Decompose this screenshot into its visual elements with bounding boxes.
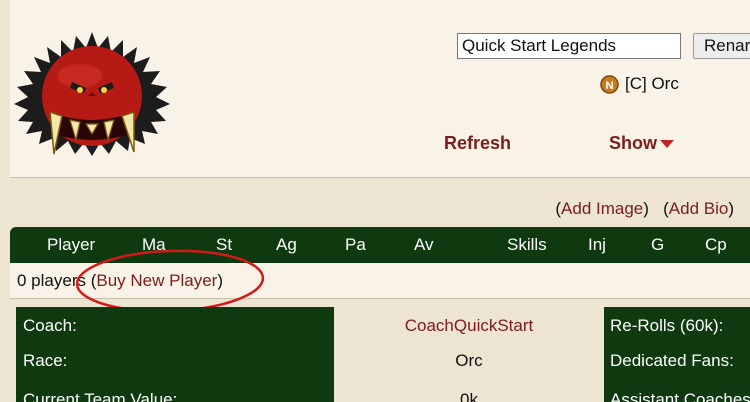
dedicated-fans-label: Dedicated Fans: [610, 351, 734, 370]
add-bio-link[interactable]: Add Bio [669, 199, 729, 218]
orc-team-logo [14, 32, 170, 156]
coach-name-link[interactable]: CoachQuickStart [336, 316, 602, 336]
col-inj[interactable]: Inj [588, 235, 606, 255]
race-label: Race: [23, 351, 68, 370]
team-race-label: [C] Orc [625, 74, 679, 93]
caret-down-icon [660, 140, 674, 148]
team-info-labels: Coach: Race: Current Team Value: [16, 307, 334, 402]
team-race: N [C] Orc [600, 74, 679, 94]
show-menu[interactable]: Show [609, 133, 674, 154]
col-ag[interactable]: Ag [276, 235, 297, 255]
col-pa[interactable]: Pa [345, 235, 366, 255]
rename-button[interactable]: Renar [693, 33, 750, 59]
team-name-input[interactable] [457, 33, 681, 59]
col-skills[interactable]: Skills [507, 235, 547, 255]
coach-label: Coach: [23, 316, 77, 335]
team-stats-labels: Re-Rolls (60k): Dedicated Fans: Assistan… [604, 307, 750, 402]
col-g[interactable]: G [651, 235, 664, 255]
image-bio-links: (Add Image) (Add Bio) [555, 199, 734, 218]
team-header-panel: Renar N [C] Orc Refresh Show [10, 0, 750, 178]
rerolls-label: Re-Rolls (60k): [610, 316, 724, 335]
race-value: Orc [455, 351, 483, 370]
col-av[interactable]: Av [414, 235, 434, 255]
team-info-values: CoachQuickStart Orc 0k [336, 307, 602, 402]
team-value-label: Current Team Value: [23, 390, 178, 402]
orc-race-coin-icon: N [600, 74, 619, 94]
add-image-link[interactable]: Add Image [561, 199, 643, 218]
refresh-link[interactable]: Refresh [444, 133, 511, 154]
show-label: Show [609, 133, 657, 153]
svg-text:N: N [605, 79, 613, 91]
col-cp[interactable]: Cp [705, 235, 727, 255]
assistant-coaches-label: Assistant Coaches: [610, 390, 750, 402]
team-value: 0k [460, 390, 478, 402]
